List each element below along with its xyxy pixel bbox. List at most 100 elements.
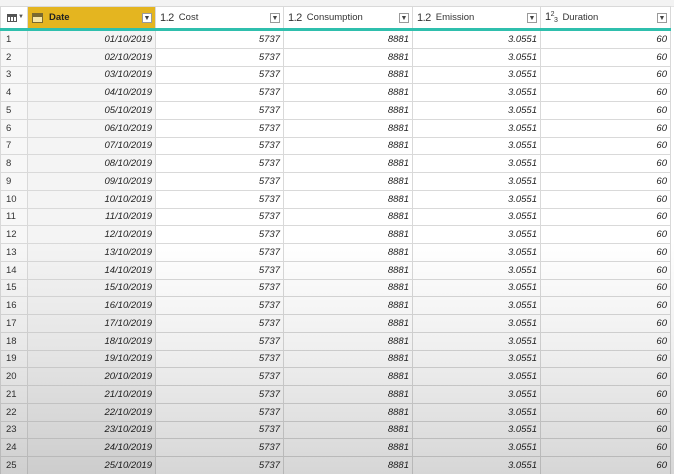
column-header-duration[interactable]: 123 Duration ▼ [540, 6, 671, 31]
cell-cost[interactable]: 5737 [155, 172, 284, 191]
cell-consumption[interactable]: 8881 [283, 83, 413, 102]
cell-date[interactable]: 15/10/2019 [27, 278, 156, 298]
cell-date[interactable]: 09/10/2019 [27, 172, 156, 191]
cell-emission[interactable]: 3.0551 [412, 47, 541, 67]
cell-duration[interactable]: 60 [540, 349, 671, 369]
cell-date[interactable]: 23/10/2019 [27, 420, 156, 440]
cell-duration[interactable]: 60 [540, 420, 671, 440]
cell-consumption[interactable]: 8881 [283, 296, 413, 315]
cell-consumption[interactable]: 8881 [283, 331, 413, 351]
cell-cost[interactable]: 5737 [155, 101, 284, 120]
table-row[interactable]: 24 24/10/2019 5737 8881 3.0551 60 [0, 438, 671, 457]
cell-duration[interactable]: 60 [540, 189, 671, 209]
cell-duration[interactable]: 60 [540, 278, 671, 298]
cell-duration[interactable]: 60 [540, 456, 671, 474]
cell-duration[interactable]: 60 [540, 438, 671, 457]
cell-cost[interactable]: 5737 [155, 367, 284, 386]
cell-duration[interactable]: 60 [540, 296, 671, 315]
cell-cost[interactable]: 5737 [155, 243, 284, 262]
table-row[interactable]: 1 01/10/2019 5737 8881 3.0551 60 [0, 29, 671, 49]
table-row[interactable]: 19 19/10/2019 5737 8881 3.0551 60 [0, 349, 671, 369]
cell-date[interactable]: 13/10/2019 [27, 243, 156, 262]
row-number[interactable]: 9 [0, 172, 28, 191]
cell-consumption[interactable]: 8881 [283, 118, 413, 138]
table-row[interactable]: 11 11/10/2019 5737 8881 3.0551 60 [0, 207, 671, 227]
cell-cost[interactable]: 5737 [155, 189, 284, 209]
cell-consumption[interactable]: 8881 [283, 101, 413, 120]
cell-emission[interactable]: 3.0551 [412, 314, 541, 333]
cell-date[interactable]: 22/10/2019 [27, 402, 156, 422]
cell-date[interactable]: 11/10/2019 [27, 207, 156, 227]
cell-emission[interactable]: 3.0551 [412, 260, 541, 280]
cell-emission[interactable]: 3.0551 [412, 456, 541, 474]
table-row[interactable]: 12 12/10/2019 5737 8881 3.0551 60 [0, 225, 671, 244]
filter-dropdown-icon[interactable]: ▼ [399, 12, 409, 23]
cell-consumption[interactable]: 8881 [283, 65, 413, 85]
table-row[interactable]: 18 18/10/2019 5737 8881 3.0551 60 [0, 331, 671, 351]
cell-emission[interactable]: 3.0551 [412, 207, 541, 227]
cell-emission[interactable]: 3.0551 [412, 154, 541, 173]
cell-emission[interactable]: 3.0551 [412, 118, 541, 138]
row-number[interactable]: 22 [0, 402, 28, 422]
table-row[interactable]: 3 03/10/2019 5737 8881 3.0551 60 [0, 65, 671, 85]
cell-duration[interactable]: 60 [540, 385, 671, 404]
cell-cost[interactable]: 5737 [155, 207, 284, 227]
table-menu-button[interactable]: ▼ [0, 6, 28, 31]
cell-duration[interactable]: 60 [540, 101, 671, 120]
cell-emission[interactable]: 3.0551 [412, 136, 541, 156]
cell-consumption[interactable]: 8881 [283, 207, 413, 227]
row-number[interactable]: 24 [0, 438, 28, 457]
row-number[interactable]: 4 [0, 83, 28, 102]
cell-consumption[interactable]: 8881 [283, 438, 413, 457]
cell-consumption[interactable]: 8881 [283, 225, 413, 244]
decimal-type-icon[interactable]: 1.2 [417, 12, 431, 24]
row-number[interactable]: 21 [0, 385, 28, 404]
row-number[interactable]: 13 [0, 243, 28, 262]
cell-date[interactable]: 03/10/2019 [27, 65, 156, 85]
cell-date[interactable]: 20/10/2019 [27, 367, 156, 386]
cell-consumption[interactable]: 8881 [283, 47, 413, 67]
cell-consumption[interactable]: 8881 [283, 260, 413, 280]
row-number[interactable]: 11 [0, 207, 28, 227]
cell-date[interactable]: 01/10/2019 [27, 29, 156, 49]
table-row[interactable]: 25 25/10/2019 5737 8881 3.0551 60 [0, 456, 671, 474]
row-number[interactable]: 10 [0, 189, 28, 209]
table-row[interactable]: 4 04/10/2019 5737 8881 3.0551 60 [0, 83, 671, 102]
row-number[interactable]: 14 [0, 260, 28, 280]
row-number[interactable]: 6 [0, 118, 28, 138]
cell-consumption[interactable]: 8881 [283, 456, 413, 474]
cell-consumption[interactable]: 8881 [283, 402, 413, 422]
calendar-icon[interactable] [32, 12, 43, 23]
row-number[interactable]: 15 [0, 278, 28, 298]
cell-cost[interactable]: 5737 [155, 136, 284, 156]
cell-date[interactable]: 12/10/2019 [27, 225, 156, 244]
cell-consumption[interactable]: 8881 [283, 172, 413, 191]
cell-duration[interactable]: 60 [540, 260, 671, 280]
cell-date[interactable]: 10/10/2019 [27, 189, 156, 209]
filter-dropdown-icon[interactable]: ▼ [270, 12, 280, 23]
cell-emission[interactable]: 3.0551 [412, 367, 541, 386]
cell-cost[interactable]: 5737 [155, 402, 284, 422]
cell-duration[interactable]: 60 [540, 118, 671, 138]
table-row[interactable]: 5 05/10/2019 5737 8881 3.0551 60 [0, 101, 671, 120]
cell-cost[interactable]: 5737 [155, 438, 284, 457]
table-row[interactable]: 13 13/10/2019 5737 8881 3.0551 60 [0, 243, 671, 262]
cell-date[interactable]: 19/10/2019 [27, 349, 156, 369]
cell-emission[interactable]: 3.0551 [412, 29, 541, 49]
cell-cost[interactable]: 5737 [155, 331, 284, 351]
row-number[interactable]: 19 [0, 349, 28, 369]
whole-number-type-icon[interactable]: 123 [545, 11, 558, 24]
cell-cost[interactable]: 5737 [155, 29, 284, 49]
cell-consumption[interactable]: 8881 [283, 420, 413, 440]
cell-date[interactable]: 14/10/2019 [27, 260, 156, 280]
filter-dropdown-icon[interactable]: ▼ [142, 12, 152, 23]
cell-cost[interactable]: 5737 [155, 47, 284, 67]
column-header-date[interactable]: Date ▼ [27, 6, 156, 31]
table-row[interactable]: 9 09/10/2019 5737 8881 3.0551 60 [0, 172, 671, 191]
cell-emission[interactable]: 3.0551 [412, 402, 541, 422]
row-number[interactable]: 18 [0, 331, 28, 351]
cell-emission[interactable]: 3.0551 [412, 243, 541, 262]
cell-consumption[interactable]: 8881 [283, 278, 413, 298]
cell-emission[interactable]: 3.0551 [412, 65, 541, 85]
filter-dropdown-icon[interactable]: ▼ [527, 12, 537, 23]
